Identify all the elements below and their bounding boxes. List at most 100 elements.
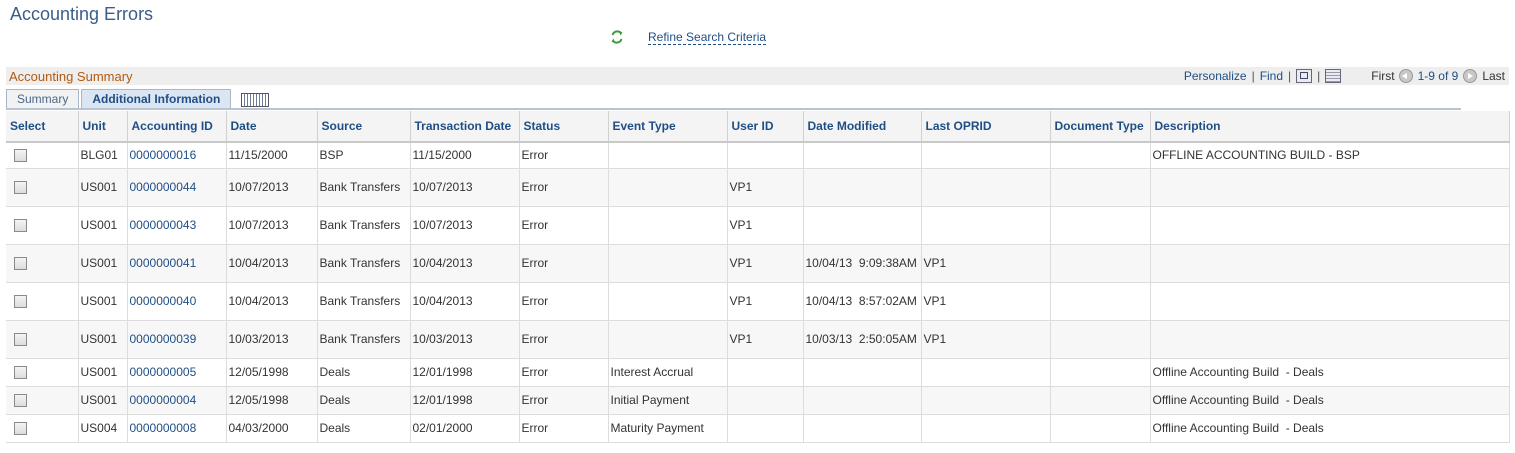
cell-document-type: [1050, 142, 1151, 169]
previous-arrow-icon[interactable]: [1398, 69, 1413, 83]
separator: |: [1317, 69, 1321, 83]
select-checkbox[interactable]: [14, 295, 27, 309]
cell-accounting-id[interactable]: 0000000044: [127, 168, 227, 207]
column-header-last-oprid[interactable]: Last OPRID: [921, 111, 1051, 143]
cell-description: Offline Accounting Build - Deals: [1150, 386, 1510, 415]
cell-description: Offline Accounting Build - Deals: [1150, 358, 1510, 387]
column-header-description[interactable]: Description: [1150, 111, 1510, 143]
select-cell: [6, 282, 79, 321]
select-checkbox[interactable]: [14, 366, 27, 380]
cell-user-id: [727, 358, 804, 387]
cell-status: Error: [519, 386, 609, 415]
cell-source: Bank Transfers: [317, 206, 411, 245]
cell-status: Error: [519, 358, 609, 387]
show-all-columns-icon[interactable]: [241, 93, 270, 107]
column-header-transaction-date[interactable]: Transaction Date: [410, 111, 520, 143]
column-header-date[interactable]: Date: [226, 111, 318, 143]
grid-header: Accounting Summary Personalize | Find | …: [6, 67, 1509, 85]
cell-last-oprid: [921, 386, 1051, 415]
cell-last-oprid: VP1: [921, 320, 1051, 359]
cell-transaction-date: 10/07/2013: [410, 206, 520, 245]
grid-navigation: Personalize | Find | | First 1-9 of 9 La…: [1184, 69, 1505, 83]
last-label: Last: [1482, 69, 1505, 83]
separator: |: [1251, 69, 1255, 83]
select-checkbox[interactable]: [14, 333, 27, 347]
cell-document-type: [1050, 282, 1151, 321]
cell-description: [1150, 244, 1510, 283]
select-cell: [6, 142, 79, 169]
next-arrow-icon[interactable]: [1463, 69, 1478, 83]
cell-user-id: [727, 414, 804, 443]
cell-transaction-date: 12/01/1998: [410, 358, 520, 387]
table-row: US001 0000000043 10/07/2013 Bank Transfers 1…: [6, 206, 1510, 245]
cell-description: [1150, 168, 1510, 207]
table-row: US001 0000000040 10/04/2013 Bank Transfers 1…: [6, 282, 1510, 321]
cell-status: Error: [519, 244, 609, 283]
cell-event-type: [608, 206, 728, 245]
column-header-user-id[interactable]: User ID: [727, 111, 804, 143]
column-header-unit[interactable]: Unit: [78, 111, 128, 143]
table-row: US001 0000000039 10/03/2013 Bank Transfers 1…: [6, 320, 1510, 359]
column-header-status[interactable]: Status: [519, 111, 609, 143]
download-icon[interactable]: [1325, 69, 1342, 83]
cell-source: Deals: [317, 386, 411, 415]
cell-status: Error: [519, 282, 609, 321]
select-checkbox[interactable]: [14, 181, 27, 195]
column-header-document-type[interactable]: Document Type: [1050, 111, 1151, 143]
column-header-source[interactable]: Source: [317, 111, 411, 143]
cell-accounting-id[interactable]: 0000000041: [127, 244, 227, 283]
tab-additional-information[interactable]: Additional Information: [81, 89, 232, 110]
select-checkbox[interactable]: [14, 257, 27, 271]
cell-source: Bank Transfers: [317, 320, 411, 359]
cell-event-type: [608, 244, 728, 283]
cell-description: [1150, 282, 1510, 321]
page-title: Accounting Errors: [10, 4, 154, 24]
cell-unit: US001: [78, 206, 128, 245]
cell-accounting-id[interactable]: 0000000043: [127, 206, 227, 245]
cell-user-id: VP1: [727, 168, 804, 207]
cell-unit: US004: [78, 414, 128, 443]
personalize-link[interactable]: Personalize: [1184, 69, 1247, 83]
cell-accounting-id[interactable]: 0000000005: [127, 358, 227, 387]
cell-document-type: [1050, 386, 1151, 415]
select-checkbox[interactable]: [14, 149, 27, 163]
column-header-date-modified[interactable]: Date Modified: [803, 111, 922, 143]
cell-accounting-id[interactable]: 0000000004: [127, 386, 227, 415]
cell-date-modified: 10/04/13 8:57:02AM: [803, 282, 922, 321]
cell-document-type: [1050, 206, 1151, 245]
cell-accounting-id[interactable]: 0000000039: [127, 320, 227, 359]
cell-event-type: Interest Accrual: [608, 358, 728, 387]
cell-last-oprid: [921, 414, 1051, 443]
cell-accounting-id[interactable]: 0000000040: [127, 282, 227, 321]
column-header-event-type[interactable]: Event Type: [608, 111, 728, 143]
select-checkbox[interactable]: [14, 422, 27, 436]
column-header-accounting-id[interactable]: Accounting ID: [127, 111, 227, 143]
cell-date-modified: [803, 358, 922, 387]
refine-search-link[interactable]: Refine Search Criteria: [648, 30, 767, 45]
table-row: US004 0000000008 04/03/2000 Deals 02/01/2000…: [6, 414, 1510, 443]
find-link[interactable]: Find: [1260, 69, 1283, 83]
cell-unit: BLG01: [78, 142, 128, 169]
select-checkbox[interactable]: [14, 394, 27, 408]
cell-document-type: [1050, 414, 1151, 443]
refresh-icon[interactable]: [608, 28, 626, 46]
table-row: US001 0000000005 12/05/1998 Deals 12/01/1998…: [6, 358, 1510, 387]
cell-date: 10/03/2013: [226, 320, 318, 359]
cell-accounting-id[interactable]: 0000000008: [127, 414, 227, 443]
view-all-icon[interactable]: [1296, 69, 1313, 83]
cell-user-id: [727, 142, 804, 169]
grid-title: Accounting Summary: [9, 69, 133, 84]
cell-accounting-id[interactable]: 0000000016: [127, 142, 227, 169]
cell-document-type: [1050, 320, 1151, 359]
select-checkbox[interactable]: [14, 219, 27, 233]
cell-description: [1150, 320, 1510, 359]
cell-user-id: [727, 386, 804, 415]
tab-summary[interactable]: Summary: [6, 89, 80, 109]
tab-divider: [6, 108, 1461, 110]
select-cell: [6, 358, 79, 387]
cell-last-oprid: [921, 168, 1051, 207]
cell-event-type: [608, 142, 728, 169]
cell-last-oprid: [921, 206, 1051, 245]
cell-unit: US001: [78, 244, 128, 283]
cell-source: Deals: [317, 414, 411, 443]
